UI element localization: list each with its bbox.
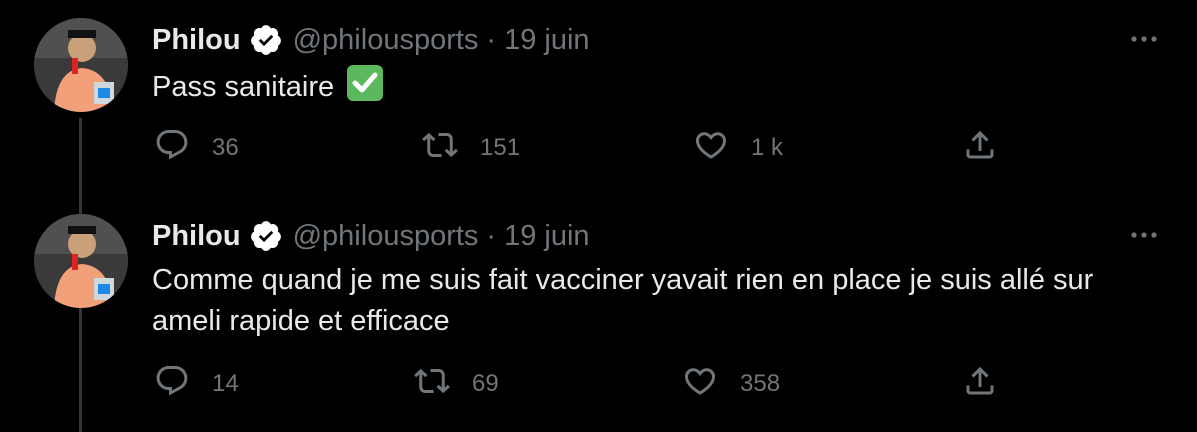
author-name[interactable]: Philou [152, 24, 241, 57]
tweet-text-content: Pass sanitaire [152, 71, 335, 103]
author-handle[interactable]: @philousports [293, 220, 479, 253]
reply-icon [154, 127, 190, 170]
check-mark-emoji-icon [346, 64, 384, 102]
retweet-count: 69 [472, 370, 499, 397]
share-button[interactable] [962, 364, 998, 404]
retweet-icon [414, 363, 450, 406]
avatar[interactable] [34, 214, 128, 308]
reply-count: 36 [212, 134, 239, 161]
heart-icon [682, 363, 718, 406]
separator-dot: · [486, 23, 497, 56]
like-count: 1 k [751, 134, 784, 161]
more-icon[interactable] [1127, 22, 1161, 56]
more-icon[interactable] [1127, 218, 1161, 252]
tweet-header: Philou @philousports · 19 juin [152, 216, 590, 256]
retweet-button[interactable]: 69 [414, 364, 499, 404]
retweet-count: 151 [480, 134, 521, 161]
tweet[interactable]: Philou @philousports · 19 juin Comme qua… [0, 196, 1197, 397]
author-handle[interactable]: @philousports [293, 24, 479, 57]
reply-button[interactable]: 14 [154, 364, 239, 404]
tweet-text: Comme quand je me suis fait vacciner yav… [152, 264, 1094, 337]
tweet-header: Philou @philousports · 19 juin [152, 20, 590, 60]
avatar[interactable] [34, 18, 128, 112]
tweet-actions: 36 151 1 k [0, 128, 1197, 168]
tweet-actions: 14 69 358 [0, 364, 1197, 404]
like-button[interactable]: 358 [682, 364, 780, 404]
tweet-text: Pass sanitaire [152, 64, 1137, 108]
like-count: 358 [740, 370, 781, 397]
verified-badge-icon [249, 23, 283, 57]
separator-dot: · [486, 219, 497, 252]
share-icon [962, 127, 998, 170]
reply-icon [154, 363, 190, 406]
tweet[interactable]: Philou @philousports · 19 juin Pass sani… [0, 0, 1197, 196]
author-name[interactable]: Philou [152, 220, 241, 253]
tweet-date[interactable]: 19 juin [504, 24, 589, 57]
retweet-icon [422, 127, 458, 170]
tweet-date[interactable]: 19 juin [504, 220, 589, 253]
reply-count: 14 [212, 370, 239, 397]
like-button[interactable]: 1 k [693, 128, 783, 168]
share-button[interactable] [962, 128, 998, 168]
retweet-button[interactable]: 151 [422, 128, 520, 168]
share-icon [962, 363, 998, 406]
verified-badge-icon [249, 219, 283, 253]
reply-button[interactable]: 36 [154, 128, 239, 168]
heart-icon [693, 127, 729, 170]
